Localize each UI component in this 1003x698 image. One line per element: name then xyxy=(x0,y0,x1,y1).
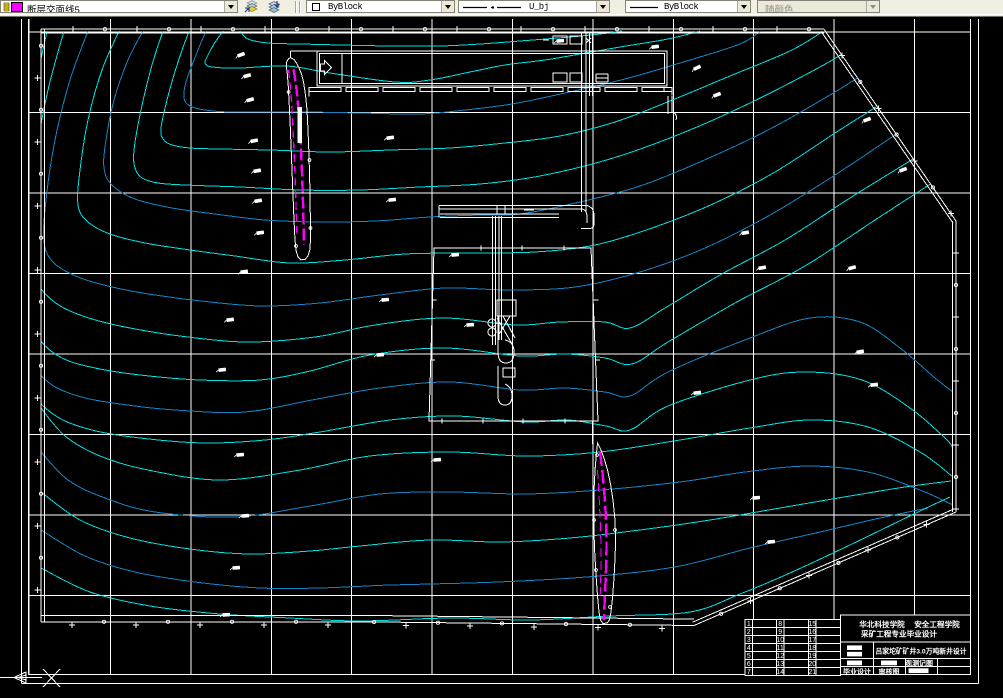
svg-text:7: 7 xyxy=(747,669,751,676)
svg-text:19: 19 xyxy=(808,653,816,660)
svg-text:14: 14 xyxy=(776,669,784,676)
svg-text:3: 3 xyxy=(747,637,751,644)
svg-text:观测记图: 观测记图 xyxy=(905,659,933,668)
svg-text:审核图: 审核图 xyxy=(879,667,900,676)
svg-text:毕业设计: 毕业设计 xyxy=(843,667,871,676)
svg-text:吕家坨矿矿井3.0万吨新井设计: 吕家坨矿矿井3.0万吨新井设计 xyxy=(875,647,966,656)
svg-text:8: 8 xyxy=(778,621,782,628)
svg-text:20: 20 xyxy=(808,661,816,668)
svg-text:采矿工程专业毕业设计: 采矿工程专业毕业设计 xyxy=(860,629,937,639)
svg-text:华北科技学院: 华北科技学院 xyxy=(859,619,905,629)
svg-text:21: 21 xyxy=(808,669,816,676)
svg-text:9: 9 xyxy=(778,629,782,636)
svg-text:4: 4 xyxy=(747,645,751,652)
svg-text:1: 1 xyxy=(747,621,751,628)
svg-text:17: 17 xyxy=(808,637,816,644)
svg-text:12: 12 xyxy=(776,653,784,660)
svg-text:16: 16 xyxy=(808,629,816,636)
svg-text:18: 18 xyxy=(808,645,816,652)
svg-text:15: 15 xyxy=(808,621,816,628)
svg-text:5: 5 xyxy=(747,653,751,660)
svg-text:安全工程学院: 安全工程学院 xyxy=(914,619,960,629)
svg-text:10: 10 xyxy=(776,637,784,644)
svg-text:6: 6 xyxy=(747,661,751,668)
svg-text:13: 13 xyxy=(776,661,784,668)
svg-text:2: 2 xyxy=(747,629,751,636)
svg-text:11: 11 xyxy=(777,645,784,652)
